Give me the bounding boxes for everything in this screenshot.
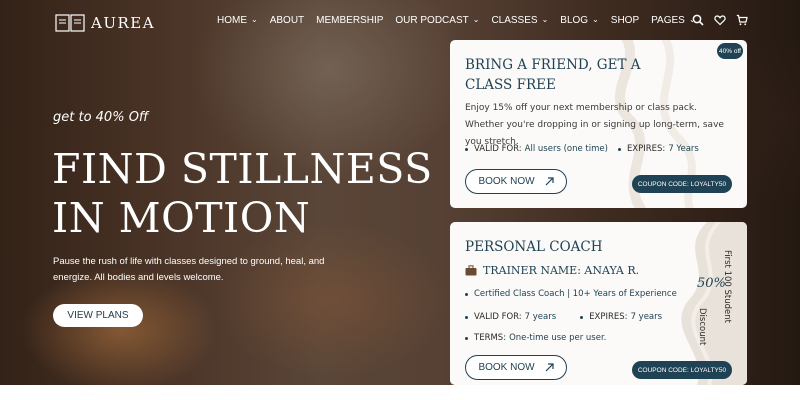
nav-label: SHOP: [610, 15, 640, 26]
book-now-label: BOOK NOW: [478, 176, 535, 187]
certification-text: Certified Class Coach | 10+ Years of Exp…: [474, 289, 677, 299]
nav-label: OUR PODCAST: [395, 15, 469, 26]
search-icon[interactable]: [692, 14, 704, 26]
main-menu: HOME ⌄ ABOUT MEMBERSHIP OUR PODCAST ⌄ CLAS…: [217, 15, 708, 26]
heart-icon[interactable]: [714, 14, 726, 26]
book-logo-icon: [55, 14, 85, 32]
hero-description: Pause the rush of life with classes desi…: [53, 256, 325, 283]
nav-label: HOME: [217, 15, 247, 26]
nav-label: MEMBERSHIP: [316, 15, 384, 26]
bullet-icon: [580, 315, 584, 319]
arrow-up-right-icon: [545, 177, 554, 186]
nav-item-shop[interactable]: SHOP: [611, 15, 639, 26]
expires-value: 7 years: [630, 312, 663, 322]
book-now-button[interactable]: BOOK NOW: [465, 355, 567, 380]
bullet-icon: [617, 147, 621, 151]
first-100-label: First 100 Student: [722, 250, 732, 323]
cart-icon[interactable]: [736, 14, 748, 26]
nav-item-our-podcast[interactable]: OUR PODCAST ⌄: [395, 15, 479, 26]
offer-card-bring-friend: 40% off BRING A FRIEND, GET A CLASS FREE…: [450, 40, 747, 208]
headline-line-1: FIND STILLNESS: [52, 145, 433, 193]
nav-item-blog[interactable]: BLOG ⌄: [560, 15, 599, 26]
book-now-label: BOOK NOW: [478, 362, 535, 373]
valid-label: VALID FOR:: [474, 144, 522, 154]
chevron-down-icon: ⌄: [541, 15, 549, 24]
coupon-code: COUPON CODE: LOYALTY50: [632, 361, 732, 379]
card-title: BRING A FRIEND, GET A CLASS FREE: [465, 57, 641, 93]
book-now-button[interactable]: BOOK NOW: [465, 169, 567, 194]
nav-label: PAGES: [651, 15, 685, 26]
view-plans-button[interactable]: VIEW PLANS: [53, 304, 143, 327]
expires-label: EXPIRES:: [626, 144, 666, 154]
nav-item-home[interactable]: HOME ⌄: [217, 15, 258, 26]
trainer-name-text: TRAINER NAME: ANAYA R.: [483, 264, 640, 277]
bullet-icon: [465, 292, 468, 296]
arrow-up-right-icon: [545, 363, 554, 372]
expires-value: 7 Years: [668, 144, 699, 154]
card-title: PERSONAL COACH: [465, 239, 603, 255]
nav-item-pages[interactable]: PAGES ⌄: [651, 15, 695, 26]
valid-value: 7 years: [524, 312, 557, 322]
bullet-icon: [465, 336, 468, 340]
briefcase-icon: [465, 265, 477, 276]
discount-badge: 40% off: [717, 43, 743, 59]
card-details-row: VALID FOR: 7 years EXPIRES: 7 years: [465, 312, 662, 322]
discount-label: Discount: [697, 308, 707, 346]
nav-item-membership[interactable]: MEMBERSHIP: [316, 15, 383, 26]
certification-row: Certified Class Coach | 10+ Years of Exp…: [465, 289, 677, 299]
offer-card-personal-coach: PERSONAL COACH TRAINER NAME: ANAYA R. Ce…: [450, 222, 747, 385]
nav-item-classes[interactable]: CLASSES ⌄: [491, 15, 548, 26]
headline-line-2: IN MOTION: [52, 194, 311, 242]
bullet-icon: [465, 147, 468, 151]
trainer-name: TRAINER NAME: ANAYA R.: [465, 264, 639, 277]
promo-text: get to 40% Off: [53, 110, 149, 125]
valid-label: VALID FOR:: [474, 312, 522, 322]
terms-row: TERMS: One-time use per user.: [465, 333, 606, 343]
card-details-row: VALID FOR: All users (one time) EXPIRES:…: [465, 144, 699, 154]
bullet-icon: [465, 315, 468, 319]
chevron-down-icon: ⌄: [472, 15, 480, 24]
terms-label: TERMS:: [474, 333, 507, 343]
nav-icons: [692, 14, 748, 26]
valid-value: All users (one time): [524, 144, 608, 154]
top-navigation: AUREA HOME ⌄ ABOUT MEMBERSHIP OUR PODCAST…: [0, 0, 800, 44]
chevron-down-icon: ⌄: [592, 15, 599, 24]
nav-label: CLASSES: [491, 15, 538, 26]
nav-label: ABOUT: [269, 15, 305, 26]
nav-label: BLOG: [560, 15, 589, 26]
hero-headline: FIND STILLNESS IN MOTION: [52, 145, 433, 243]
coupon-code: COUPON CODE: LOYALTY50: [632, 175, 732, 193]
terms-value: One-time use per user.: [509, 333, 607, 343]
brand-name: AUREA: [91, 14, 156, 32]
nav-item-about[interactable]: ABOUT: [270, 15, 304, 26]
expires-label: EXPIRES:: [589, 312, 628, 322]
logo[interactable]: AUREA: [55, 13, 155, 33]
chevron-down-icon: ⌄: [251, 15, 258, 24]
page-bottom-strip: [0, 385, 800, 400]
